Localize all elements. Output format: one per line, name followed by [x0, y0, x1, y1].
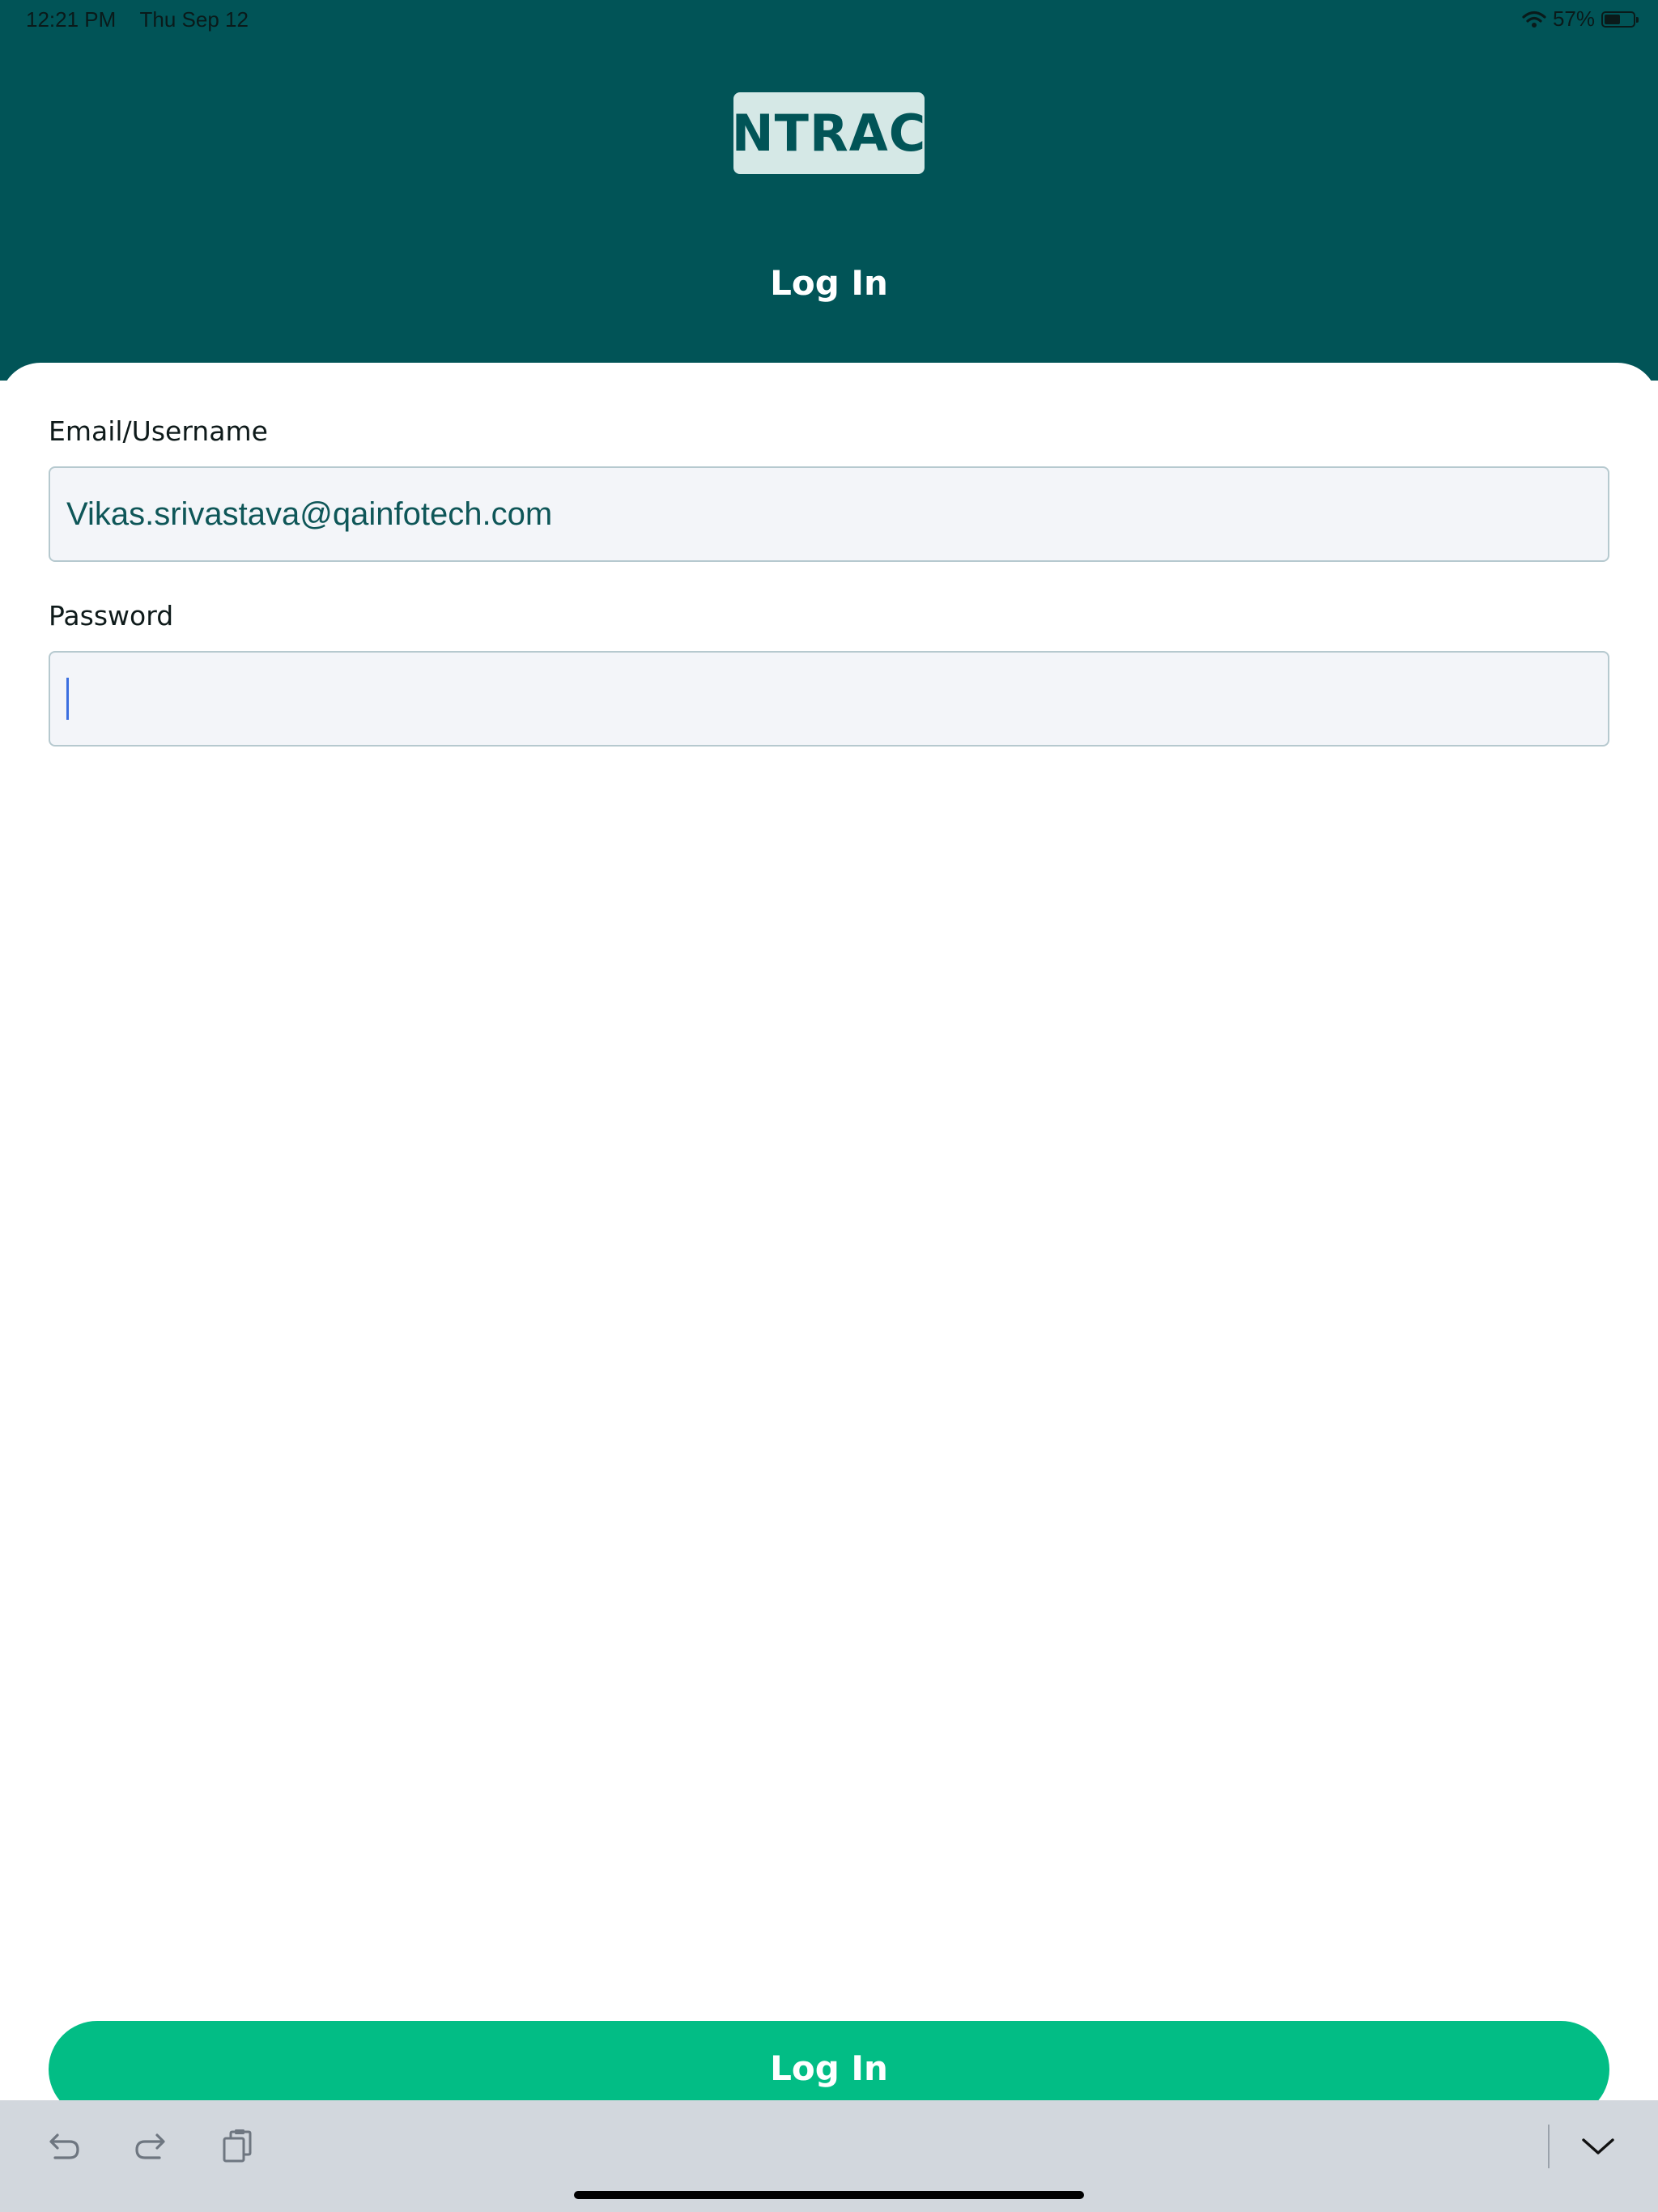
redo-icon[interactable]	[130, 2126, 171, 2167]
page-title: Log In	[770, 263, 888, 303]
battery-percent: 57%	[1552, 6, 1595, 31]
status-datetime: 12:21 PM Thu Sep 12	[26, 7, 249, 32]
text-cursor	[66, 678, 69, 720]
logo-text: NTRAC	[731, 104, 927, 163]
email-value: Vikas.srivastava@qainfotech.com	[66, 496, 553, 532]
email-label: Email/Username	[49, 415, 268, 447]
accessory-divider	[1548, 2125, 1550, 2168]
home-indicator	[574, 2191, 1084, 2199]
status-time: 12:21 PM	[26, 7, 117, 32]
status-indicators: 57%	[1522, 6, 1639, 32]
paste-icon[interactable]	[217, 2126, 257, 2167]
battery-icon	[1601, 11, 1639, 28]
app-logo: NTRAC	[731, 92, 927, 174]
status-date: Thu Sep 12	[139, 7, 249, 32]
status-bar: 12:21 PM Thu Sep 12 57%	[0, 0, 1658, 39]
header: 12:21 PM Thu Sep 12 57% NTRAC Log In	[0, 0, 1658, 381]
wifi-icon	[1522, 11, 1546, 28]
email-field[interactable]: Vikas.srivastava@qainfotech.com	[49, 466, 1609, 562]
battery-level	[1605, 14, 1621, 24]
login-form-card	[0, 363, 1658, 2212]
undo-icon[interactable]	[44, 2126, 84, 2167]
chevron-down-icon[interactable]	[1578, 2126, 1618, 2167]
password-field[interactable]	[49, 651, 1609, 747]
password-label: Password	[49, 600, 174, 632]
